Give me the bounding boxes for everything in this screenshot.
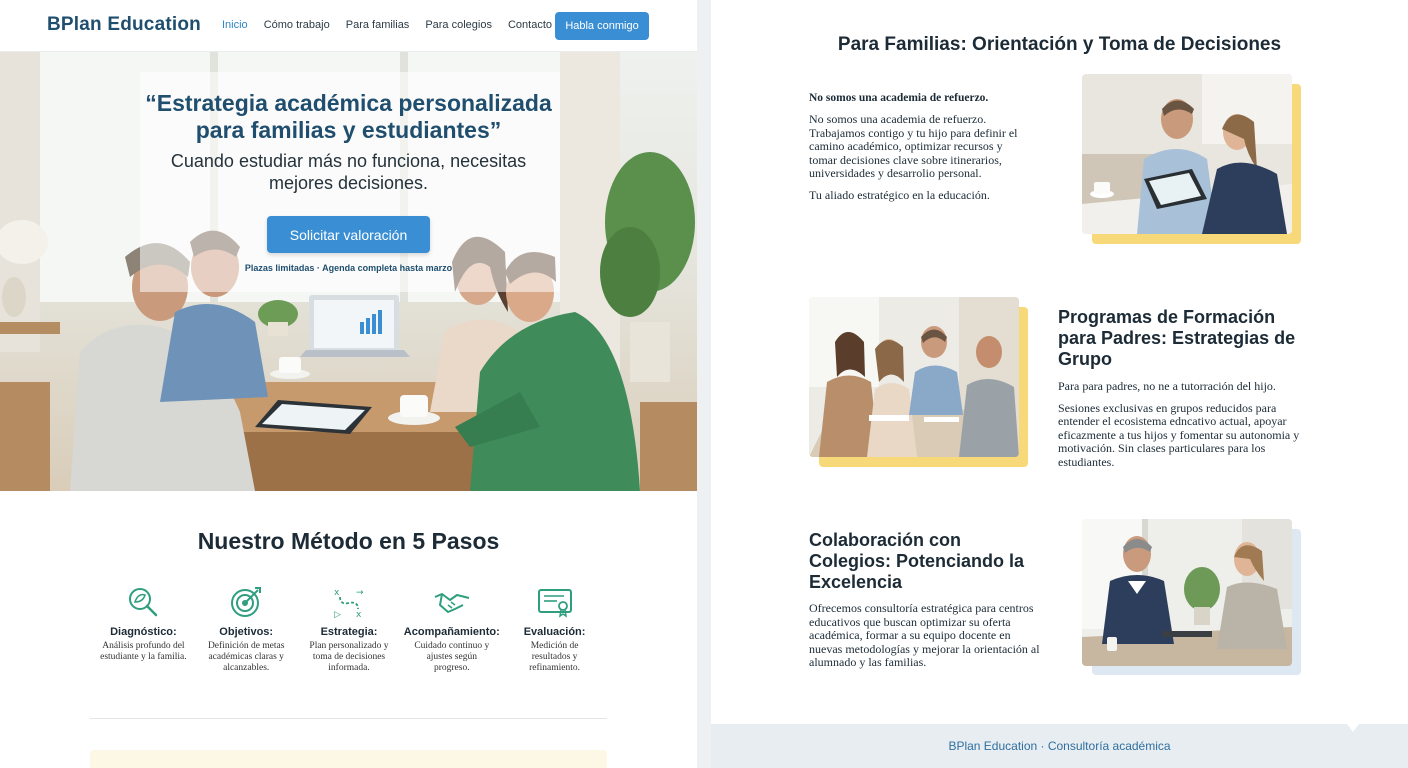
step-description: Plan personalizado y toma de decisiones … [309, 641, 389, 673]
step-description: Definición de metas académicas claras y … [207, 641, 285, 673]
schools-photo-frame [1082, 519, 1304, 677]
top-navigation: BPlan Education Inicio Cómo trabajo Para… [0, 0, 697, 52]
families-section-title: Para Familias: Orientación y Toma de Dec… [837, 34, 1282, 55]
step-title: Evaluación: [523, 626, 586, 638]
schools-meeting-photo [1082, 519, 1292, 666]
landing-page-preview: BPlan Education Inicio Cómo trabajo Para… [0, 0, 697, 768]
families-text-block: No somos una academia de refuerzo. No so… [809, 92, 1019, 202]
certificate-icon [503, 585, 606, 619]
svg-text:x: x [356, 610, 362, 619]
brand-logo[interactable]: BPlan Education [47, 14, 201, 36]
schools-title: Colaboración con Colegios: Potenciando l… [809, 530, 1025, 592]
hero-section: “Estrategia académica personalizada para… [0, 52, 697, 491]
services-page-preview: Para Familias: Orientación y Toma de Dec… [711, 0, 1408, 768]
schools-body: Ofrecemos consultoría estratégica para c… [809, 601, 1040, 669]
nav-link-contacto[interactable]: Contacto [508, 19, 552, 31]
nav-link-como-trabajo[interactable]: Cómo trabajo [264, 19, 330, 31]
step-acompanamiento: Acompañamiento: Cuidado continuo y ajust… [400, 585, 503, 674]
nav-link-para-colegios[interactable]: Para colegios [425, 19, 492, 31]
families-lead: No somos una academia de refuerzo. [809, 92, 989, 104]
step-title: Estrategia: [320, 626, 378, 638]
step-evaluacion: Evaluación: Medición de resultados y ref… [503, 585, 606, 674]
step-description: Análisis profundo del estudiante y la fa… [100, 641, 187, 662]
families-photo-frame [1082, 74, 1302, 246]
nav-link-inicio[interactable]: Inicio [222, 19, 248, 31]
parents-body: Sesiones exclusivas en grupos reducidos … [1058, 400, 1300, 469]
next-section-preview [90, 750, 607, 768]
nav-links: Inicio Cómo trabajo Para familias Para c… [222, 19, 552, 31]
step-title: Objetivos: [219, 626, 274, 638]
section-divider [90, 718, 607, 719]
families-consultation-photo [1082, 74, 1292, 234]
parents-text-block: Programas de Formación para Padres: Estr… [1058, 307, 1308, 469]
panel-gutter [697, 0, 711, 768]
footer: BPlan Education · Consultoría académica [711, 724, 1408, 768]
handshake-icon [400, 585, 503, 619]
method-steps: Diagnóstico: Análisis profundo del estud… [92, 585, 606, 674]
families-closing: Tu aliado estratégico en la educación. [809, 187, 990, 202]
families-body: No somos una academia de refuerzo. Traba… [809, 112, 1018, 180]
magnifier-leaf-icon [92, 585, 195, 619]
parents-title: Programas de Formación para Padres: Estr… [1058, 307, 1296, 369]
footer-text: BPlan Education · Consultoría académica [948, 739, 1171, 753]
step-title: Acompañamiento: [403, 626, 500, 638]
step-diagnostico: Diagnóstico: Análisis profundo del estud… [92, 585, 195, 674]
step-description: Cuidado continuo y ajustes según progres… [414, 641, 490, 673]
parents-photo-frame [809, 297, 1031, 469]
svg-text:→: → [356, 588, 364, 598]
parents-group-photo [809, 297, 1019, 457]
step-description: Medición de resultados y refinamiento. [529, 641, 581, 673]
habla-conmigo-button[interactable]: Habla conmigo [555, 12, 649, 40]
hero-subtitle: Cuando estudiar más no funciona, necesit… [170, 151, 527, 193]
step-title: Diagnóstico: [110, 626, 177, 638]
step-objetivos: Objetivos: Definición de metas académica… [195, 585, 298, 674]
hero-text-block: “Estrategia académica personalizada para… [0, 90, 697, 194]
target-icon [195, 585, 298, 619]
footer-notch [1347, 724, 1359, 732]
svg-text:x: x [334, 588, 340, 598]
schools-text-block: Colaboración con Colegios: Potenciando l… [809, 530, 1041, 670]
svg-text:▷: ▷ [334, 610, 341, 619]
strategy-path-icon: x → ▷ x [298, 585, 401, 619]
hero-availability-note: Plazas limitadas · Agenda completa hasta… [244, 263, 453, 273]
nav-link-para-familias[interactable]: Para familias [346, 19, 410, 31]
solicitar-valoracion-button[interactable]: Solicitar valoración [267, 216, 430, 253]
method-section-title: Nuestro Método en 5 Pasos [197, 528, 500, 554]
step-estrategia: x → ▷ x Estrategia: Plan personalizado y to… [298, 585, 401, 674]
parents-lead: Para para padres, no ne a tutorración de… [1058, 379, 1276, 393]
hero-title: “Estrategia académica personalizada para… [145, 90, 552, 143]
